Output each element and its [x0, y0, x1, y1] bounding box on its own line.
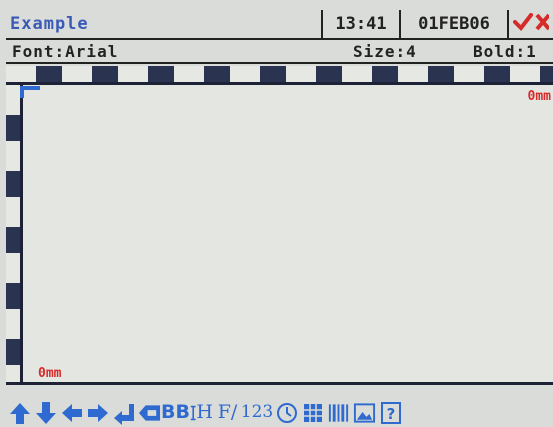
label-editor-screen: Example 13:41 01FEB06 Font:Arial Size:4 … [0, 0, 553, 427]
arrow-down-icon[interactable] [34, 401, 57, 425]
clock: 13:41 [321, 10, 399, 38]
canvas-bottom-divider [6, 382, 553, 385]
image-icon[interactable] [353, 401, 376, 425]
svg-text:?: ? [386, 405, 395, 423]
font-icon[interactable]: F/ [216, 401, 239, 425]
help-icon[interactable]: ? [379, 401, 402, 425]
table-icon[interactable] [301, 401, 324, 425]
arrow-up-icon[interactable] [8, 401, 31, 425]
cursor-corner-icon [20, 85, 42, 99]
cross-icon[interactable] [535, 13, 551, 35]
clock-icon[interactable] [275, 401, 298, 425]
vertical-ruler [6, 85, 20, 382]
horizontal-ruler [6, 66, 553, 82]
numeric-icon[interactable]: 123 [240, 401, 274, 425]
bold-setting[interactable]: Bold:1 [473, 42, 553, 61]
bottom-toolbar: BB H F/ 123 ? [8, 398, 553, 427]
info-bar: Font:Arial Size:4 Bold:1 [6, 40, 553, 64]
arrow-left-icon[interactable] [60, 401, 83, 425]
font-setting[interactable]: Font:Arial [6, 42, 353, 61]
enter-icon[interactable] [112, 401, 135, 425]
double-b-label: BB [161, 401, 190, 423]
height-label: H [196, 401, 213, 423]
title-bar: Example 13:41 01FEB06 [6, 10, 553, 40]
ok-cancel-group [507, 10, 553, 38]
double-b-icon[interactable]: BB [161, 401, 190, 425]
ruler-mm-bottom: 0mm [38, 366, 62, 381]
arrow-right-icon[interactable] [86, 401, 109, 425]
date: 01FEB06 [399, 10, 507, 38]
label-canvas[interactable] [23, 85, 553, 382]
font-label: F/ [217, 401, 238, 423]
height-icon[interactable]: H [190, 401, 213, 425]
backspace-icon[interactable] [138, 401, 161, 425]
size-setting[interactable]: Size:4 [353, 42, 473, 61]
ruler-mm-top: 0mm [527, 89, 551, 104]
checkmark-icon[interactable] [513, 13, 533, 35]
document-title: Example [10, 14, 89, 34]
barcode-icon[interactable] [327, 401, 350, 425]
numeric-label: 123 [240, 402, 274, 422]
